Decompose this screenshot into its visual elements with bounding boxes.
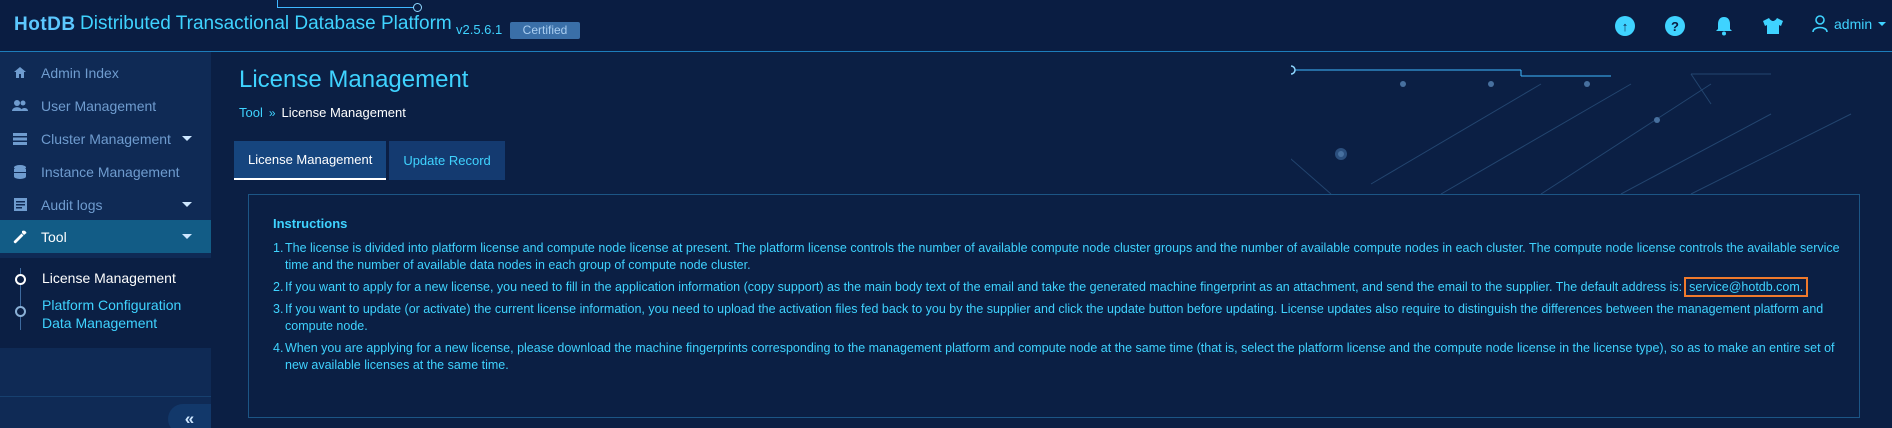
chevron-down-icon: [182, 234, 192, 239]
breadcrumb-current: License Management: [281, 105, 406, 120]
sidebar-item-cluster-management[interactable]: Cluster Management: [0, 122, 211, 155]
help-icon[interactable]: ?: [1664, 15, 1686, 37]
sidebar-item-instance-management[interactable]: Instance Management: [0, 155, 211, 188]
breadcrumb: Tool » License Management: [239, 105, 406, 120]
home-icon: [12, 65, 28, 81]
main-content: License Management Tool » License Manage…: [211, 52, 1892, 428]
hotdb-logo[interactable]: HotDB: [14, 14, 76, 36]
circuit-decoration: [1291, 65, 1852, 194]
breadcrumb-link-tool[interactable]: Tool: [239, 105, 263, 120]
certified-badge: Certified: [510, 22, 580, 39]
decorative-dot: [413, 3, 422, 12]
version-label: v2.5.6.1: [456, 22, 503, 37]
chevron-down-icon: [182, 202, 192, 207]
sidebar-item-admin-index[interactable]: Admin Index: [0, 56, 211, 89]
tool-submenu: License Management Platform Configuratio…: [0, 258, 211, 348]
bell-icon[interactable]: [1713, 15, 1735, 37]
tab-bar: License Management Update Record: [234, 141, 505, 181]
users-icon: [12, 98, 28, 114]
upload-icon[interactable]: ↑: [1614, 15, 1636, 37]
sidebar-item-user-management[interactable]: User Management: [0, 89, 211, 122]
app-title: Distributed Transactional Database Platf…: [80, 13, 452, 34]
list-item: 2. If you want to apply for a new licens…: [273, 277, 1859, 297]
wrench-icon: [12, 229, 28, 245]
tab-license-management[interactable]: License Management: [234, 141, 387, 180]
decorative-line: [277, 0, 420, 8]
inactive-dot-icon: [15, 306, 26, 317]
user-icon: [1812, 15, 1828, 33]
tab-update-record[interactable]: Update Record: [389, 141, 505, 180]
active-dot-icon: [15, 274, 26, 285]
chevron-down-icon: [1878, 22, 1887, 26]
list-item: 4. When you are applying for a new licen…: [273, 341, 1835, 372]
sidebar-subitem-license-management[interactable]: License Management: [0, 268, 211, 290]
document-icon: [12, 197, 28, 213]
username-label: admin: [1834, 16, 1873, 32]
page-title: License Management: [239, 66, 469, 93]
instructions-list: 1. The license is divided into platform …: [273, 240, 1859, 379]
list-icon: [12, 131, 28, 147]
sidebar-divider: [0, 396, 211, 397]
list-item: 3. If you want to update (or activate) t…: [273, 302, 1824, 333]
sidebar-subitem-platform-configuration[interactable]: Platform Configuration Data Management: [0, 296, 211, 336]
instructions-panel: Instructions 1. The license is divided i…: [248, 194, 1860, 418]
sidebar-collapse-button[interactable]: «: [168, 404, 211, 428]
sidebar-item-audit-logs[interactable]: Audit logs: [0, 188, 211, 221]
sidebar: Admin Index User Management Cluster Mana…: [0, 52, 211, 428]
support-email-link[interactable]: service@hotdb.com.: [1684, 277, 1809, 297]
database-icon: [12, 164, 28, 180]
sidebar-item-tool[interactable]: Tool: [0, 220, 211, 253]
breadcrumb-separator-icon: »: [268, 105, 276, 120]
tshirt-icon[interactable]: [1762, 15, 1784, 37]
user-menu[interactable]: admin: [1812, 15, 1887, 33]
instructions-title: Instructions: [273, 216, 348, 231]
chevron-down-icon: [182, 136, 192, 141]
list-item: 1. The license is divided into platform …: [273, 241, 1840, 272]
